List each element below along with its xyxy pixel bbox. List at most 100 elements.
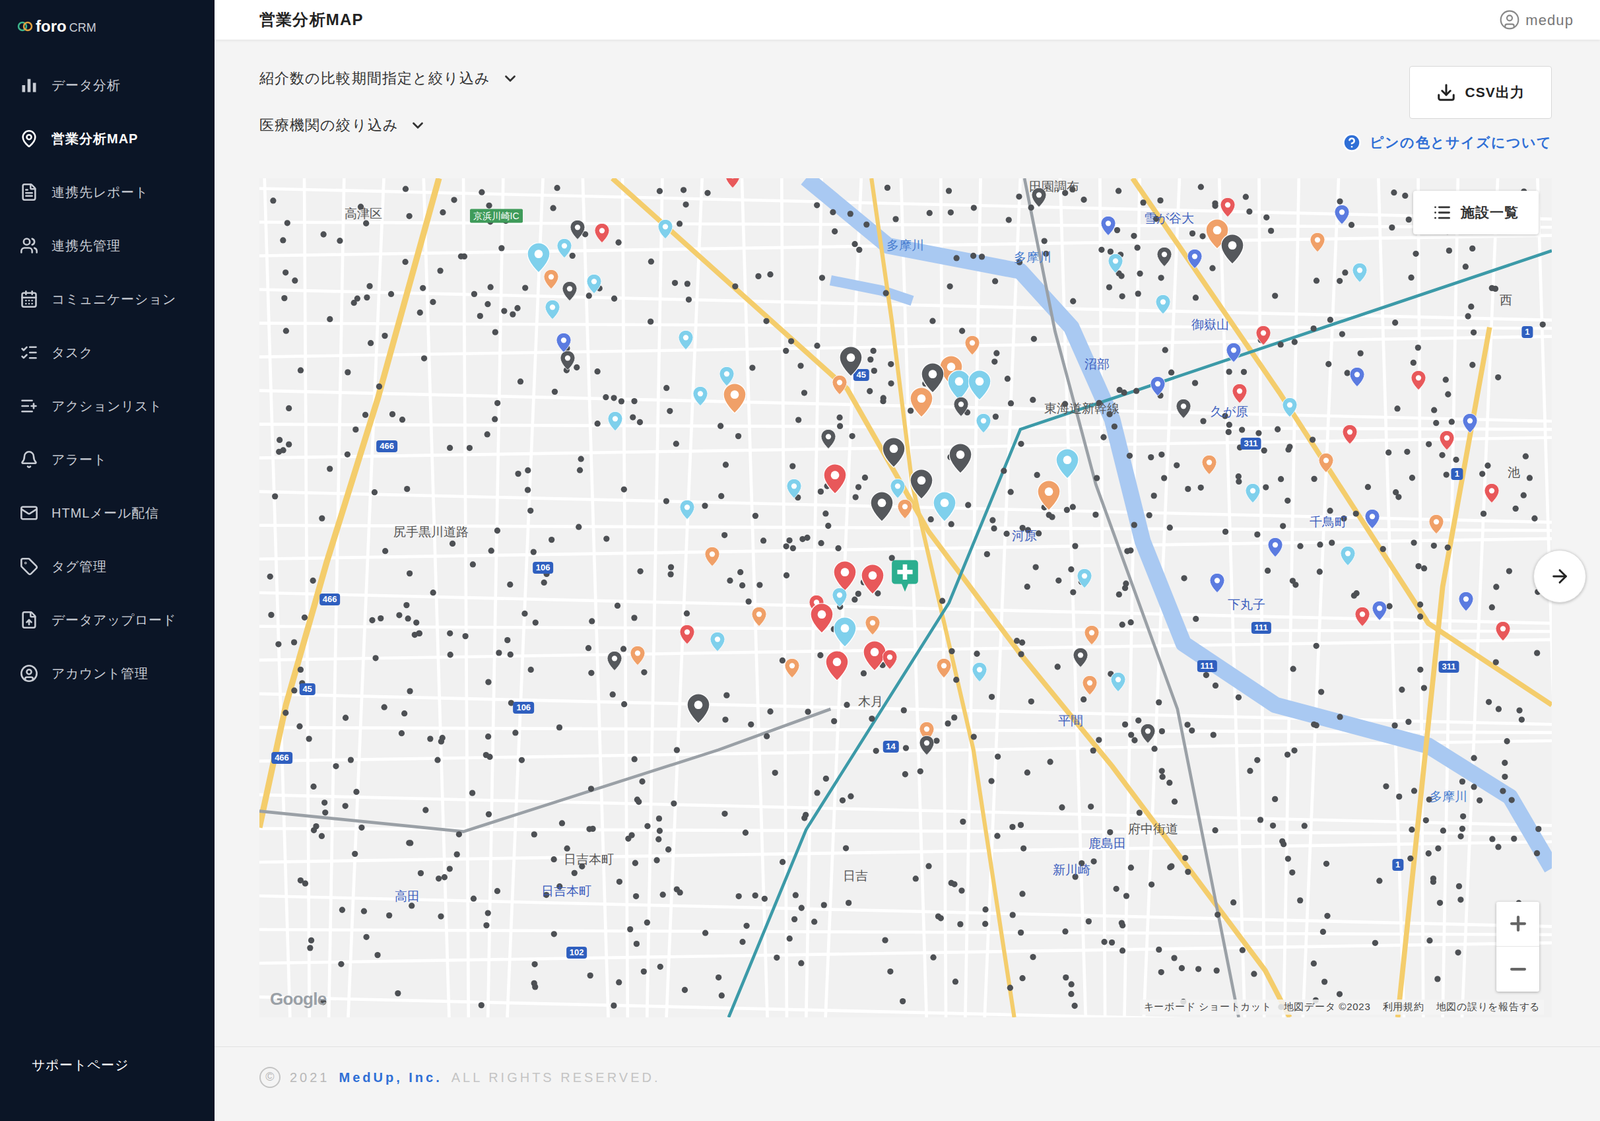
map-pin[interactable] xyxy=(1176,398,1191,419)
map-pin[interactable] xyxy=(1077,568,1092,589)
map-pin-icon[interactable] xyxy=(704,546,720,567)
map-pin-icon[interactable] xyxy=(968,369,991,400)
map-pin[interactable] xyxy=(658,219,673,239)
map-pin[interactable] xyxy=(556,332,571,353)
map-pin[interactable] xyxy=(1310,232,1325,253)
map-pin[interactable] xyxy=(882,436,905,468)
logo[interactable]: foroCRM xyxy=(0,0,215,59)
map-pin-icon[interactable] xyxy=(947,369,971,400)
sidebar-item[interactable]: タグ管理 xyxy=(0,539,215,593)
map-pin[interactable] xyxy=(1484,483,1500,503)
map-pin-icon[interactable] xyxy=(1429,514,1444,534)
sidebar-item[interactable]: アラート xyxy=(0,432,215,486)
map-pin[interactable] xyxy=(751,606,767,627)
map-pin-icon[interactable] xyxy=(1031,187,1047,208)
map-pin[interactable] xyxy=(1082,675,1098,696)
map-pin[interactable] xyxy=(1201,454,1217,475)
map-pin-icon[interactable] xyxy=(1037,479,1061,511)
map-pin[interactable] xyxy=(1256,325,1271,346)
pin-help-link[interactable]: ピンの色とサイズについて xyxy=(1341,132,1552,154)
map-pin[interactable] xyxy=(1282,397,1298,418)
map-pin-icon[interactable] xyxy=(1245,483,1261,503)
map-pin[interactable] xyxy=(1150,376,1166,397)
map-pin-icon[interactable] xyxy=(1458,591,1474,612)
user-menu[interactable]: medup xyxy=(1499,9,1574,32)
map-pin[interactable] xyxy=(965,335,980,356)
map-pin-icon[interactable] xyxy=(953,396,969,417)
map-pin[interactable] xyxy=(679,624,695,645)
map-pin-icon[interactable] xyxy=(861,563,884,595)
map-pin[interactable] xyxy=(972,662,987,682)
sidebar-item[interactable]: アカウント管理 xyxy=(0,646,215,700)
sidebar-item[interactable]: タスク xyxy=(0,325,215,379)
map-pin-icon[interactable] xyxy=(1209,572,1225,593)
map-pin[interactable] xyxy=(1267,537,1283,558)
map-pin[interactable] xyxy=(1429,514,1444,534)
map-pin-icon[interactable] xyxy=(1411,370,1426,391)
zoom-out-button[interactable] xyxy=(1496,946,1540,992)
map-pin-icon[interactable] xyxy=(725,178,740,189)
map-pin-icon[interactable] xyxy=(679,624,695,645)
map-pin-icon[interactable] xyxy=(1220,197,1235,218)
map-pin[interactable] xyxy=(1157,246,1172,267)
map-pin-icon[interactable] xyxy=(882,649,898,670)
map-pin-icon[interactable] xyxy=(832,374,847,395)
map-pin-icon[interactable] xyxy=(825,650,849,682)
sidebar-item[interactable]: 連携先レポート xyxy=(0,165,215,219)
map-pin-icon[interactable] xyxy=(949,443,972,474)
map-pin-icon[interactable] xyxy=(719,366,734,387)
map-pin-icon[interactable] xyxy=(560,350,575,371)
map-pin-icon[interactable] xyxy=(870,491,894,522)
map-pin-icon[interactable] xyxy=(710,631,725,652)
map-pin[interactable] xyxy=(1352,262,1367,283)
map-pin-icon[interactable] xyxy=(1439,430,1455,451)
map-pin-icon[interactable] xyxy=(594,223,610,243)
map-pin[interactable] xyxy=(825,650,849,682)
map-pin-icon[interactable] xyxy=(1352,262,1367,283)
filter-dropdown[interactable]: 紹介数の比較期間指定と絞り込み xyxy=(259,67,519,90)
map-pin-icon[interactable] xyxy=(630,645,645,666)
map-pin-icon[interactable] xyxy=(1310,232,1325,253)
map-pin[interactable] xyxy=(562,281,577,301)
map-pin-icon[interactable] xyxy=(897,499,913,519)
map-pin-icon[interactable] xyxy=(1100,215,1116,236)
map-pin-icon[interactable] xyxy=(751,606,767,627)
map-pin[interactable] xyxy=(1349,366,1365,387)
map-pin[interactable] xyxy=(1226,342,1241,363)
map-pin[interactable] xyxy=(953,396,969,417)
map-pin-icon[interactable] xyxy=(1187,248,1202,269)
map-pin[interactable] xyxy=(1031,187,1047,208)
map-pin-icon[interactable] xyxy=(1355,606,1370,627)
map-pin[interactable] xyxy=(1318,452,1334,473)
map-pin[interactable] xyxy=(1221,234,1244,265)
map-pin[interactable] xyxy=(882,649,898,670)
map-pin[interactable] xyxy=(687,693,710,725)
map-pin[interactable] xyxy=(545,299,560,320)
map-pin[interactable] xyxy=(1108,253,1123,274)
map-pin[interactable] xyxy=(678,330,694,350)
map-pin[interactable] xyxy=(1056,448,1079,479)
map-pin-icon[interactable] xyxy=(543,269,559,290)
map-pin[interactable] xyxy=(1155,294,1171,315)
map-pin[interactable] xyxy=(947,369,971,400)
map-pin-icon[interactable] xyxy=(723,383,746,414)
map-pin-icon[interactable] xyxy=(1365,508,1380,529)
map-pin[interactable] xyxy=(786,478,802,499)
map-pin[interactable] xyxy=(1187,248,1202,269)
map-pin[interactable] xyxy=(1342,424,1358,445)
map-pin[interactable] xyxy=(527,242,550,273)
map-pin-icon[interactable] xyxy=(936,658,952,678)
sidebar-item[interactable]: HTMLメール配信 xyxy=(0,485,215,540)
map-pin-icon[interactable] xyxy=(890,478,905,499)
map-pin[interactable] xyxy=(1100,215,1116,236)
sidebar-item[interactable]: アクションリスト xyxy=(0,378,215,433)
map-pin[interactable] xyxy=(833,561,857,592)
map-pin[interactable] xyxy=(1340,545,1356,566)
map-pin[interactable] xyxy=(1084,625,1100,645)
map-pin-icon[interactable] xyxy=(823,464,847,495)
map-pin[interactable] xyxy=(1334,204,1350,225)
map-pin-icon[interactable] xyxy=(810,602,834,634)
map-pin-icon[interactable] xyxy=(933,491,956,522)
map-pin[interactable] xyxy=(870,491,894,522)
map-pin-icon[interactable] xyxy=(1340,545,1356,566)
